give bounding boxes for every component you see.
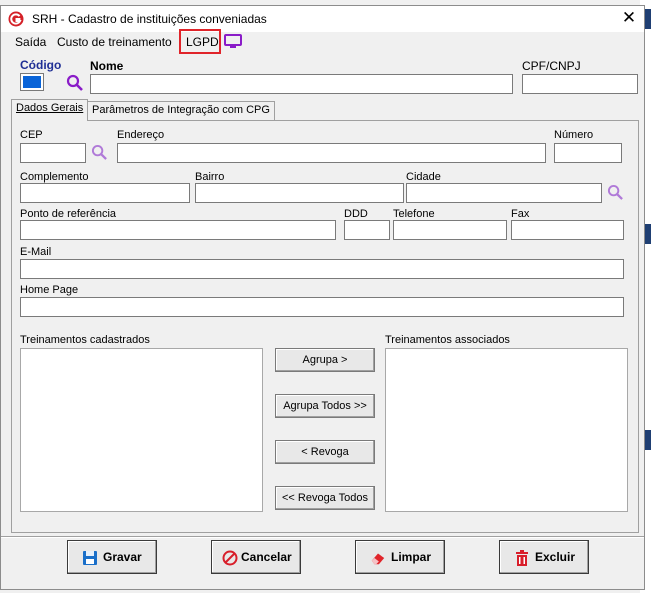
complemento-label: Complemento [20,171,89,183]
complemento-input[interactable] [20,183,190,203]
title-bar: SRH - Cadastro de instituições conveniad… [1,6,644,32]
ddd-input[interactable] [344,220,390,240]
numero-input[interactable] [554,143,622,163]
srh-logo-icon [8,11,24,27]
cancelar-label: Cancelar [241,550,292,564]
bairro-input[interactable] [195,183,404,203]
cidade-input[interactable] [406,183,602,203]
telefone-input[interactable] [393,220,507,240]
gravar-button[interactable]: Gravar [67,540,157,574]
endereco-label: Endereço [117,129,165,141]
menu-item-saida[interactable]: Saída [15,35,46,49]
tab-label: Dados Gerais [16,102,84,114]
limpar-label: Limpar [391,550,432,564]
name-label: Nome [90,59,124,73]
footer-separator-highlight [1,537,644,538]
treinamentos-associados-label: Treinamentos associados [385,334,510,346]
bairro-label: Bairro [195,171,225,183]
tab-parametros-integracao[interactable]: Parâmetros de Integração com CPG [87,101,275,120]
limpar-button[interactable]: Limpar [355,540,445,574]
ponto-referencia-input[interactable] [20,220,336,240]
excluir-label: Excluir [535,550,576,564]
search-icon[interactable] [66,74,84,92]
telefone-label: Telefone [393,208,435,220]
gravar-label: Gravar [103,550,142,564]
monitor-icon[interactable] [224,34,242,49]
ddd-label: DDD [344,208,368,220]
fax-label: Fax [511,208,530,220]
cep-label: CEP [20,129,43,141]
menu-item-lgpd[interactable]: LGPD [186,35,219,49]
cpf-cnpj-label: CPF/CNPJ [522,59,581,73]
endereco-input[interactable] [117,143,546,163]
home-page-input[interactable] [20,297,624,317]
search-icon[interactable] [607,184,624,201]
cancelar-button[interactable]: Cancelar [211,540,301,574]
home-page-label: Home Page [20,284,79,296]
numero-label: Número [554,129,594,141]
code-label: Código [20,58,62,72]
ponto-referencia-label: Ponto de referência [20,208,117,220]
code-selection [23,76,41,88]
cpf-cnpj-input[interactable] [522,74,638,94]
tab-label: Parâmetros de Integração com CPG [92,104,270,116]
dialog-window: SRH - Cadastro de instituições conveniad… [0,5,645,590]
window-title: SRH - Cadastro de instituições conveniad… [32,12,267,26]
email-label: E-Mail [20,246,52,258]
no-entry-icon [222,550,238,566]
excluir-button[interactable]: Excluir [499,540,589,574]
floppy-disk-icon [83,551,97,565]
treinamentos-cadastrados-list[interactable] [20,348,263,512]
fax-input[interactable] [511,220,624,240]
name-input[interactable] [90,74,513,94]
tab-dados-gerais[interactable]: Dados Gerais [11,99,89,121]
close-icon[interactable]: ✕ [619,7,639,29]
treinamentos-associados-list[interactable] [385,348,628,512]
eraser-icon [371,553,385,565]
menu-item-custo-treinamento[interactable]: Custo de treinamento [57,35,172,49]
cidade-label: Cidade [406,171,441,183]
agrupa-todos-button[interactable]: Agrupa Todos >> [275,394,375,418]
revoga-button[interactable]: < Revoga [275,440,375,464]
code-input[interactable] [20,73,44,91]
search-icon[interactable] [91,144,108,161]
revoga-todos-button[interactable]: << Revoga Todos [275,486,375,510]
email-input[interactable] [20,259,624,279]
treinamentos-cadastrados-label: Treinamentos cadastrados [20,334,150,346]
cep-input[interactable] [20,143,86,163]
agrupa-button[interactable]: Agrupa > [275,348,375,372]
trash-icon [516,550,528,566]
